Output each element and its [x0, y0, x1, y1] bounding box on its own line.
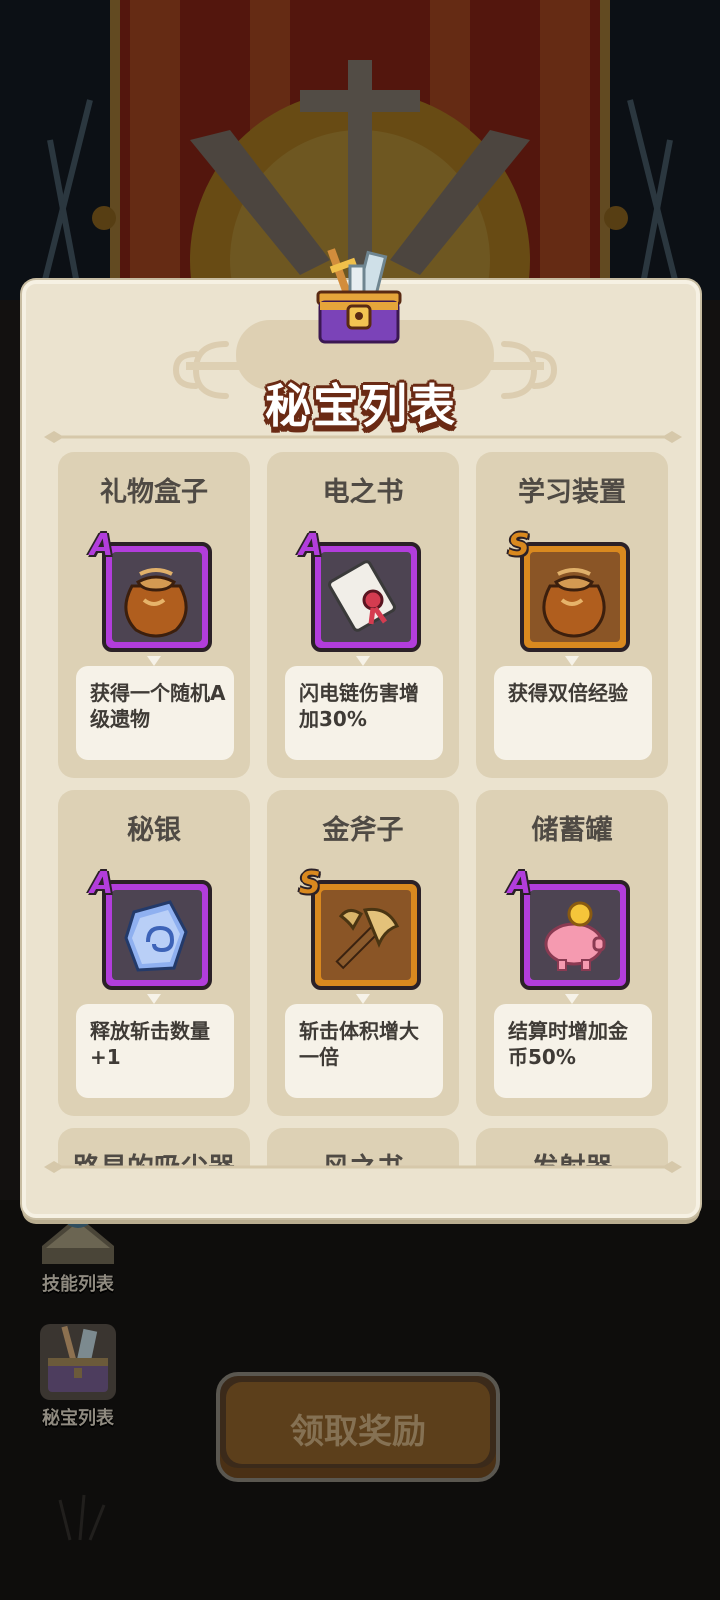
divider — [44, 431, 682, 443]
panel-header: 秘宝列表 — [26, 248, 696, 454]
treasure-bag-icon — [512, 534, 636, 658]
treasures-list-label: 秘宝列表 — [42, 1408, 114, 1429]
pointer-arrow — [565, 656, 579, 666]
treasure-description: 获得一个随机A级遗物 — [90, 681, 226, 731]
description-box: 斩击体积增大一倍 — [285, 1004, 443, 1098]
treasure-card[interactable]: 金斧子 S 斩击体积增大一倍 — [267, 790, 459, 1116]
pointer-arrow — [147, 656, 161, 666]
pointer-arrow — [565, 994, 579, 1004]
treasure-description: 释放斩击数量+1 — [90, 1019, 210, 1069]
treasure-chest-icon — [316, 248, 402, 344]
treasure-grid[interactable]: 礼物盒子 A 获得一个随机A级遗物 电之书 A 闪电链伤害增加30% 学习装置 S 获得双倍经验… — [54, 452, 676, 1168]
pointer-arrow — [356, 656, 370, 666]
treasure-card[interactable]: 储蓄罐 A 结算时增加金币50% — [476, 790, 668, 1116]
treasure-card[interactable]: 秘银 A 释放斩击数量+1 — [58, 790, 250, 1116]
description-box: 结算时增加金币50% — [494, 1004, 652, 1098]
treasures-list-button[interactable]: 秘宝列表 — [26, 1318, 130, 1438]
treasure-name: 储蓄罐 — [531, 815, 613, 846]
treasure-list-panel: 秘宝列表 礼物盒子 A 获得一个随机A级遗物 电之书 A 闪电链伤害增加30% 学习装置 S 获… — [22, 248, 700, 1218]
treasure-chest-icon — [36, 1318, 120, 1404]
grade-badge: A — [299, 528, 323, 563]
description-box: 闪电链伤害增加30% — [285, 666, 443, 760]
grade-badge: S — [299, 866, 321, 901]
treasure-name: 学习装置 — [518, 477, 626, 508]
treasure-name: 电之书 — [322, 477, 404, 508]
treasure-description: 结算时增加金币50% — [508, 1019, 628, 1069]
treasure-card[interactable]: 电之书 A 闪电链伤害增加30% — [267, 452, 459, 778]
divider — [44, 1161, 682, 1173]
treasure-name: 礼物盒子 — [100, 477, 208, 508]
grade-badge: A — [90, 528, 114, 563]
grade-badge: A — [508, 866, 532, 901]
treasure-card[interactable]: 学习装置 S 获得双倍经验 — [476, 452, 668, 778]
treasure-description: 闪电链伤害增加30% — [299, 681, 419, 731]
skills-list-label: 技能列表 — [42, 1274, 114, 1295]
treasure-name: 金斧子 — [322, 815, 404, 846]
treasure-name: 秘银 — [127, 815, 181, 846]
treasure-description: 斩击体积增大一倍 — [299, 1019, 419, 1069]
claim-reward-button[interactable]: 领取奖励 — [216, 1372, 500, 1482]
claim-reward-label: 领取奖励 — [290, 1412, 426, 1452]
treasure-description: 获得双倍经验 — [508, 681, 628, 705]
panel-title: 秘宝列表 — [265, 379, 457, 433]
treasure-card[interactable]: 礼物盒子 A 获得一个随机A级遗物 — [58, 452, 250, 778]
description-box: 获得一个随机A级遗物 — [76, 666, 234, 760]
pointer-arrow — [147, 994, 161, 1004]
description-box: 获得双倍经验 — [494, 666, 652, 760]
pointer-arrow — [356, 994, 370, 1004]
grade-badge: S — [508, 528, 530, 563]
golden-axe-icon — [303, 872, 427, 996]
grade-badge: A — [90, 866, 114, 901]
description-box: 释放斩击数量+1 — [76, 1004, 234, 1098]
